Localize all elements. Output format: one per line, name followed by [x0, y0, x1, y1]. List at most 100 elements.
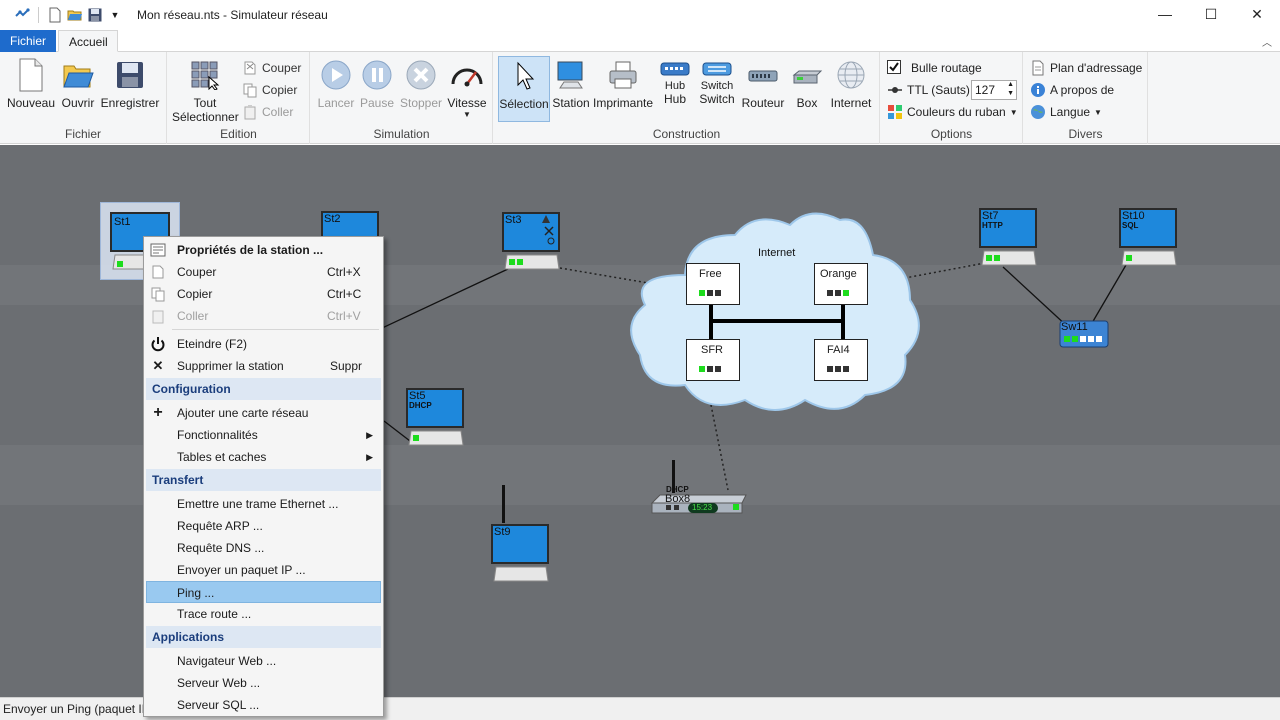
ribbon-colors-button[interactable]: Couleurs du ruban ▼ — [887, 102, 1018, 122]
plus-icon: + — [153, 404, 163, 421]
isp-box-sfr[interactable]: SFR — [686, 339, 740, 381]
printer-button[interactable]: Imprimante — [592, 58, 654, 110]
station-st9[interactable]: St9 — [490, 523, 550, 589]
station-context-menu: Propriétés de la station ... Couper Ctrl… — [143, 236, 384, 717]
info-icon — [1030, 82, 1046, 98]
menu-item-sql-server[interactable]: Serveur SQL ... — [146, 694, 381, 716]
isp-box-free[interactable]: Free — [686, 263, 740, 305]
station-st5[interactable]: St5 DHCP — [405, 387, 465, 453]
quick-access-dropdown-icon[interactable]: ▼ — [107, 7, 123, 23]
menu-item-arp[interactable]: Requête ARP ... — [146, 515, 381, 537]
menu-item-power-off[interactable]: Eteindre (F2) — [146, 333, 381, 355]
menu-item-web-server[interactable]: Serveur Web ... — [146, 672, 381, 694]
paste-button[interactable]: Coller — [242, 102, 293, 122]
station-st7[interactable]: St7 HTTP — [978, 207, 1038, 273]
group-divers: Plan d'adressage A propos de Langue ▼ Di… — [1024, 52, 1148, 144]
start-button[interactable]: Lancer — [315, 58, 357, 110]
box-box8[interactable]: DHCP Box8 15:23 — [650, 483, 750, 517]
menu-item-cut[interactable]: Couper Ctrl+X — [146, 261, 381, 283]
open-button[interactable]: Ouvrir — [58, 58, 98, 110]
bubble-routing-checkbox[interactable]: Bulle routage — [887, 58, 982, 78]
stop-button[interactable]: Stopper — [399, 58, 443, 110]
menu-section-configuration: Configuration — [146, 378, 381, 400]
station-st10[interactable]: St10 SQL — [1118, 207, 1178, 273]
addressing-plan-button[interactable]: Plan d'adressage — [1030, 58, 1142, 78]
computer-icon — [554, 58, 588, 92]
copy-icon — [150, 286, 166, 302]
group-label-options: Options — [930, 127, 973, 141]
select-all-icon — [188, 58, 222, 92]
menu-item-traceroute[interactable]: Trace route ... — [146, 603, 381, 625]
maximize-button[interactable]: ☐ — [1188, 0, 1234, 28]
router-icon — [746, 58, 780, 92]
cut-icon — [150, 264, 166, 280]
menu-item-paste[interactable]: Coller Ctrl+V — [146, 305, 381, 327]
box-button[interactable]: Box — [790, 58, 824, 110]
menu-item-copy[interactable]: Copier Ctrl+C — [146, 283, 381, 305]
menu-item-tables[interactable]: Tables et caches ▶ — [146, 446, 381, 468]
paste-icon — [150, 308, 166, 324]
close-button[interactable]: ✕ — [1234, 0, 1280, 28]
pause-button[interactable]: Pause — [357, 58, 397, 110]
save-button[interactable]: Enregistrer — [100, 58, 160, 110]
menu-item-ping[interactable]: Ping ... — [146, 581, 381, 603]
port-leds — [699, 290, 721, 296]
switch-icon — [700, 58, 734, 80]
menu-item-ip-packet[interactable]: Envoyer un paquet IP ... — [146, 559, 381, 581]
copy-button[interactable]: Copier — [242, 80, 297, 100]
select-all-button[interactable]: Tout Sélectionner — [172, 58, 239, 124]
port-leds — [699, 366, 721, 372]
new-button[interactable]: Nouveau — [6, 58, 56, 110]
tab-accueil[interactable]: Accueil — [58, 30, 118, 52]
isp-box-orange[interactable]: Orange — [814, 263, 868, 305]
wifi-antenna — [502, 485, 505, 523]
paste-icon — [242, 104, 258, 120]
open-folder-icon[interactable] — [67, 7, 83, 23]
play-icon — [319, 58, 353, 92]
menu-item-features[interactable]: Fonctionnalités ▶ — [146, 424, 381, 446]
speed-button[interactable]: Vitesse ▼ — [445, 58, 489, 119]
ribbon: Nouveau Ouvrir Enregistrer Fichier Tout … — [0, 52, 1280, 144]
save-icon[interactable] — [87, 7, 103, 23]
menu-item-browser[interactable]: Navigateur Web ... — [146, 650, 381, 672]
dropdown-arrow-icon: ▼ — [1094, 107, 1102, 117]
menu-section-transfer: Transfert — [146, 469, 381, 491]
speed-dropdown-icon: ▼ — [463, 110, 471, 119]
ribbon-collapse-icon[interactable]: ︿ — [1262, 34, 1272, 49]
menu-item-dns[interactable]: Requête DNS ... — [146, 537, 381, 559]
menu-section-applications: Applications — [146, 626, 381, 648]
switch-button[interactable]: Switch Switch — [696, 58, 738, 106]
spinner-down-icon[interactable]: ▼ — [1007, 90, 1014, 97]
station-button[interactable]: Station — [550, 58, 592, 110]
document-icon — [1030, 60, 1046, 76]
isp-links — [709, 305, 845, 341]
group-label-divers: Divers — [1068, 127, 1103, 141]
switch-sw11[interactable]: Sw11 — [1058, 319, 1110, 351]
menu-item-ethernet-frame[interactable]: Emettre une trame Ethernet ... — [146, 493, 381, 515]
language-button[interactable]: Langue ▼ — [1030, 102, 1102, 122]
group-fichier: Nouveau Ouvrir Enregistrer Fichier — [0, 52, 167, 144]
new-file-icon[interactable] — [47, 7, 63, 23]
ttl-spinner[interactable]: 127 ▲ ▼ — [971, 80, 1017, 100]
menu-item-delete[interactable]: ✕ Supprimer la station Suppr — [146, 355, 381, 377]
menu-separator — [172, 329, 379, 330]
minimize-button[interactable]: — — [1142, 0, 1188, 28]
isp-box-fai4[interactable]: FAI4 — [814, 339, 868, 381]
selection-button[interactable]: Sélection — [498, 56, 550, 122]
ttl-label: TTL (Sauts) — [887, 80, 970, 100]
hub-button[interactable]: Hub Hub — [656, 58, 694, 106]
menu-item-properties[interactable]: Propriétés de la station ... — [146, 239, 381, 261]
spinner-up-icon[interactable]: ▲ — [1007, 81, 1014, 88]
group-options: Bulle routage TTL (Sauts) 127 ▲ ▼ Couleu… — [881, 52, 1023, 144]
cut-icon — [242, 60, 258, 76]
tab-fichier[interactable]: Fichier — [0, 30, 56, 52]
station-st3[interactable]: St3 — [501, 211, 561, 277]
internet-cloud[interactable]: Internet Free Orange SFR FAI4 — [625, 205, 930, 415]
internet-button[interactable]: Internet — [826, 58, 876, 110]
about-button[interactable]: A propos de — [1030, 80, 1114, 100]
group-label-edition: Edition — [220, 127, 257, 141]
menu-item-add-card[interactable]: + Ajouter une carte réseau — [146, 402, 381, 424]
router-button[interactable]: Routeur — [738, 58, 788, 110]
pause-icon — [360, 58, 394, 92]
cut-button[interactable]: Couper — [242, 58, 301, 78]
